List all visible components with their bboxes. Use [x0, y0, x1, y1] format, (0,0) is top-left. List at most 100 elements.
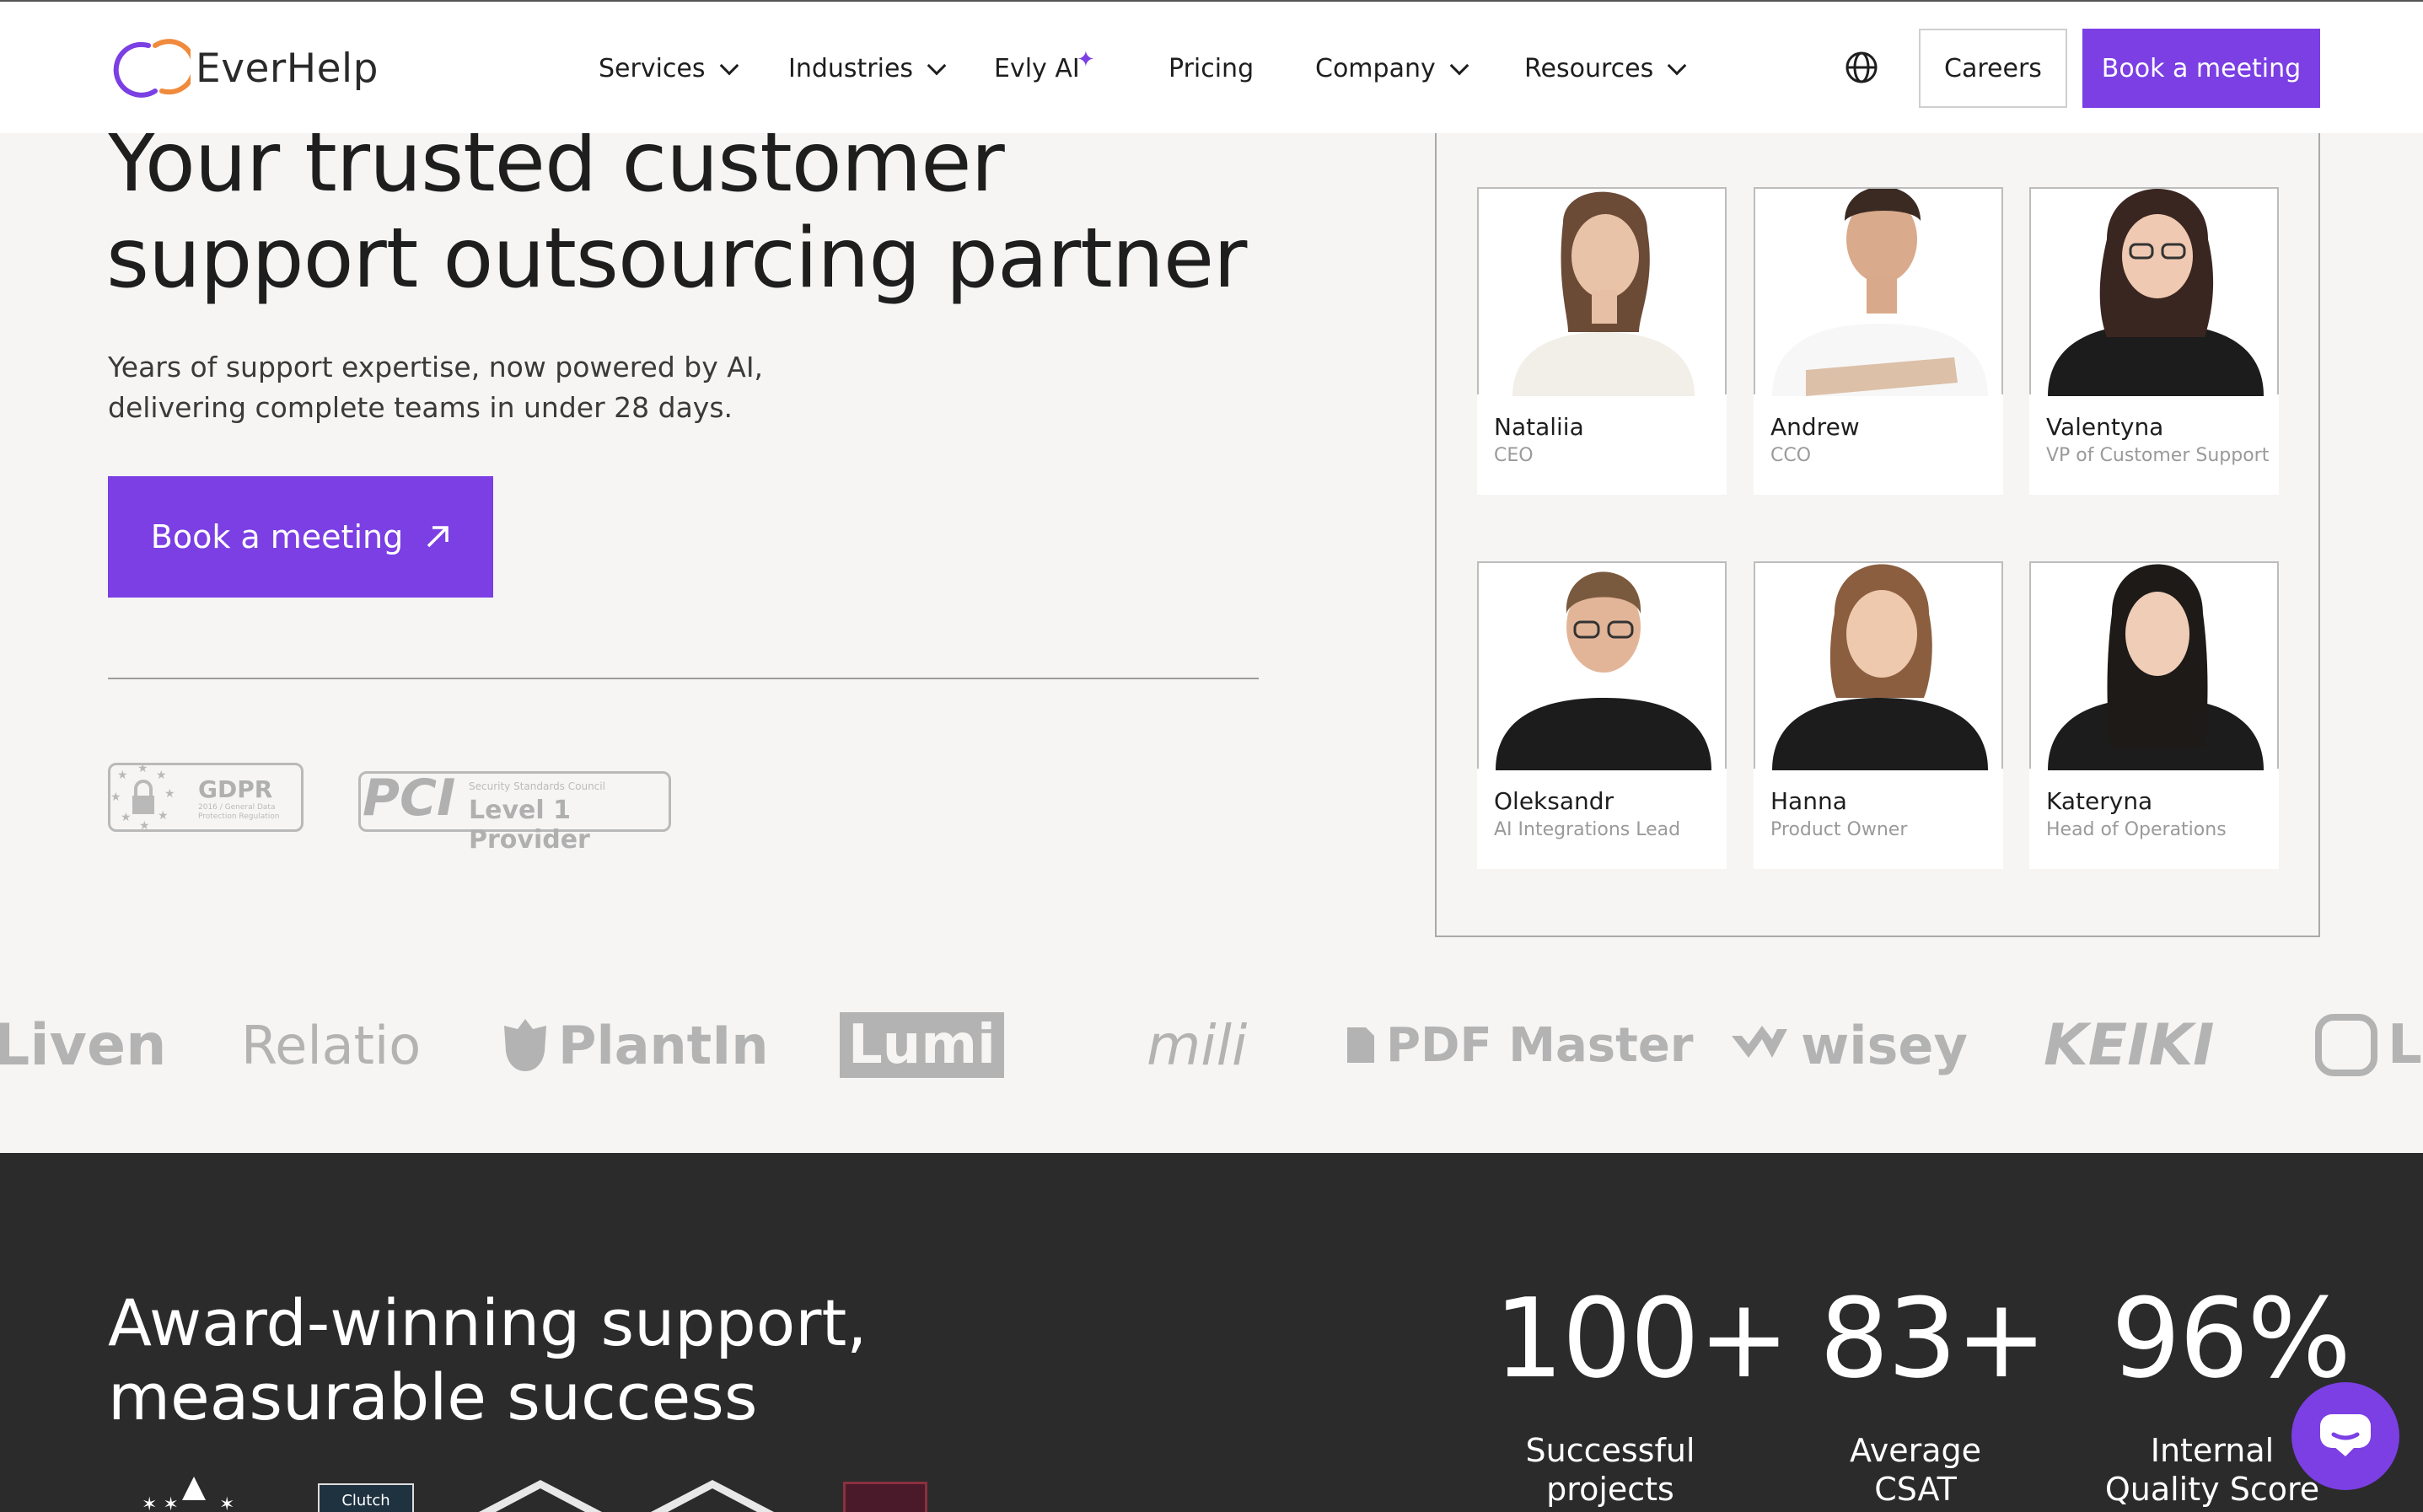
- brand-logo[interactable]: EverHelp: [106, 39, 379, 98]
- clutch-badge: Clutch: [318, 1483, 414, 1512]
- document-icon: [1347, 1027, 1374, 1063]
- hero-divider: [108, 678, 1259, 679]
- nav-company[interactable]: Company: [1315, 54, 1469, 83]
- stat-quality-value: 96%: [2111, 1274, 2351, 1402]
- client-logo-pdf-master: PDF Master: [1346, 1003, 1694, 1087]
- svg-text:✶: ✶: [219, 1494, 234, 1512]
- nav-industries[interactable]: Industries: [788, 54, 947, 83]
- svg-text:★: ★: [110, 791, 121, 804]
- nav-label: Company: [1315, 54, 1436, 83]
- careers-button[interactable]: Careers: [1919, 29, 2067, 108]
- person-photo: [1496, 571, 1711, 770]
- book-meeting-hero-button[interactable]: Book a meeting: [108, 476, 493, 598]
- chevron-down-icon: [1667, 56, 1687, 75]
- client-logos-strip: Liven Relatio PlantIn Lumi mili PDF Mast…: [0, 1003, 2423, 1087]
- chat-bubble-icon: [2320, 1414, 2371, 1456]
- wisey-mark-icon: [1732, 1026, 1787, 1058]
- top-company-badge-icon: [479, 1480, 602, 1512]
- leaf-icon: [504, 1019, 546, 1071]
- team-role: Head of Operations: [2046, 819, 2227, 840]
- eu-stars-lock-icon: ★ ★★★★★★★: [110, 762, 175, 833]
- nav-label: Services: [599, 54, 706, 83]
- rounded-square-icon: [2315, 1014, 2377, 1076]
- team-card: Nataliia CEO: [1477, 187, 1727, 495]
- team-photo: [2029, 561, 2279, 770]
- chat-widget-button[interactable]: [2291, 1382, 2399, 1490]
- client-logo-text: KEIKI: [2044, 1011, 2215, 1079]
- person-photo: [2048, 564, 2264, 770]
- team-card: Kateryna Head of Operations: [2029, 561, 2279, 869]
- hero-title: Your trusted customer support outsourcin…: [106, 115, 1371, 307]
- team-role: AI Integrations Lead: [1494, 819, 1681, 840]
- sparkle-icon: ✦: [1077, 47, 1095, 72]
- gdpr-sub: 2016 / General Data Protection Regulatio…: [198, 803, 280, 821]
- client-logo-text: PDF Master: [1386, 1017, 1694, 1073]
- pci-badge: PCI Security Standards Council Level 1 P…: [358, 769, 671, 855]
- svg-text:★: ★: [156, 769, 167, 782]
- brand-name: EverHelp: [196, 45, 379, 92]
- nav-resources[interactable]: Resources: [1524, 54, 1687, 83]
- client-logo-text: mili: [1147, 1012, 1248, 1078]
- stat-label-line: Successful: [1525, 1432, 1695, 1469]
- client-logo-mili: mili: [1147, 1003, 1247, 1087]
- gdpr-badge: ★ ★ ★ ★ ★ ★ ★ ★ GDPR 2016 / General Data Protec…: [108, 762, 304, 833]
- awards-title: Award-winning support, measurable succes…: [108, 1286, 951, 1434]
- team-photo: [1754, 561, 2003, 770]
- team-name: Hanna: [1770, 787, 1847, 815]
- nav-label: Resources: [1524, 54, 1654, 83]
- team-photo: [1754, 187, 2003, 396]
- client-logo-wisey: wisey: [1730, 1003, 1968, 1087]
- everhelp-logo-icon: [113, 39, 191, 98]
- hero-subtitle: Years of support expertise, now powered …: [108, 347, 867, 428]
- team-name: Oleksandr: [1494, 787, 1614, 815]
- site-header: EverHelp Services Industries Evly AI ✦ P…: [0, 0, 2423, 133]
- client-logo-plantin: PlantIn: [502, 1003, 769, 1087]
- customer-support-award-badge: [843, 1482, 927, 1512]
- awards-title-line: measurable success: [108, 1359, 758, 1434]
- client-logo-keiki: KEIKI: [2044, 1003, 2214, 1087]
- stat-csat-label: Average CSAT: [1781, 1431, 2050, 1509]
- team-role: CEO: [1494, 445, 1534, 466]
- pci-logo: PCI: [363, 769, 456, 828]
- team-card: Hanna Product Owner: [1754, 561, 2003, 869]
- awards-title-line: Award-winning support,: [108, 1285, 868, 1360]
- stat-label-line: CSAT: [1874, 1471, 1957, 1508]
- globe-icon[interactable]: [1845, 51, 1878, 84]
- nav-label: Evly AI: [994, 54, 1080, 83]
- cta-label: Book a meeting: [150, 518, 404, 555]
- svg-text:★: ★: [137, 762, 148, 775]
- arrow-up-right-icon: [427, 526, 449, 548]
- team-role: Product Owner: [1770, 819, 1908, 840]
- client-logo-text: Lumi: [840, 1012, 1004, 1078]
- person-photo: [1772, 189, 1988, 396]
- team-photo: [1477, 187, 1727, 396]
- svg-text:★: ★: [121, 811, 132, 824]
- client-logo-li: Li: [2315, 1003, 2423, 1087]
- client-logo-text: Liven: [0, 1011, 167, 1079]
- team-name: Andrew: [1770, 413, 1860, 441]
- stat-projects-label: Successful projects: [1467, 1431, 1754, 1509]
- hero-subtitle-line: delivering complete teams in under 28 da…: [108, 391, 733, 424]
- nav-services[interactable]: Services: [599, 54, 739, 83]
- client-logo-relatio: Relatio: [241, 1003, 421, 1087]
- hero-title-line: support outsourcing partner: [106, 211, 1247, 307]
- team-card: Oleksandr AI Integrations Lead: [1477, 561, 1727, 869]
- award-star-badge-icon: ✶ ✶ ✶: [142, 1477, 234, 1512]
- book-meeting-header-button[interactable]: Book a meeting: [2082, 29, 2320, 108]
- nav-evly-ai[interactable]: Evly AI ✦: [994, 47, 1095, 83]
- nav-pricing[interactable]: Pricing: [1169, 54, 1254, 83]
- team-role: CCO: [1770, 445, 1812, 466]
- person-photo: [1512, 191, 1695, 396]
- team-role: VP of Customer Support: [2046, 445, 2270, 466]
- team-card: Andrew CCO: [1754, 187, 2003, 495]
- nav-label: Industries: [788, 54, 914, 83]
- svg-text:★: ★: [158, 809, 169, 823]
- person-photo: [1772, 564, 1988, 770]
- stat-label-line: Quality Score: [2104, 1471, 2320, 1508]
- gdpr-title: GDPR: [198, 775, 273, 803]
- stat-label-line: Internal: [2150, 1432, 2275, 1469]
- team-card: Valentyna VP of Customer Support: [2029, 187, 2279, 495]
- team-photo: [2029, 187, 2279, 396]
- chevron-down-icon: [1449, 56, 1469, 75]
- stat-projects-value: 100+: [1494, 1274, 1790, 1402]
